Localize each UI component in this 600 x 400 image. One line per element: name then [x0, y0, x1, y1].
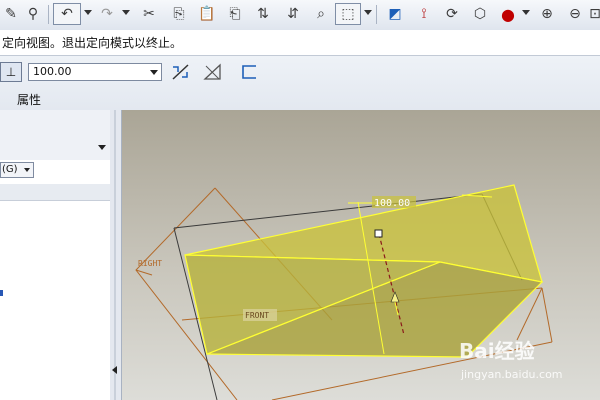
model-tree-panel: (G): [0, 110, 111, 400]
regenerate-icon[interactable]: ⇅: [252, 3, 274, 25]
depth-dropdown-icon[interactable]: [150, 70, 158, 75]
remove-material-icon[interactable]: [202, 62, 224, 82]
feature-dashboard: ⊥ 100.00 属性: [0, 56, 600, 111]
panel-splitter[interactable]: [110, 110, 122, 400]
filter-dropdown-icon[interactable]: [24, 168, 30, 172]
appearance-dropdown-icon[interactable]: [522, 10, 530, 15]
find-icon[interactable]: ⇵: [282, 3, 304, 25]
select-dropdown-icon[interactable]: [364, 10, 372, 15]
undo-dropdown-icon[interactable]: [84, 10, 92, 15]
toolbar-separator: [48, 5, 49, 24]
panel-dropdown-icon[interactable]: [98, 145, 106, 150]
appearance-icon[interactable]: ●: [497, 3, 519, 25]
redo-dropdown-icon[interactable]: [122, 10, 130, 15]
undo-icon[interactable]: ↶: [53, 3, 81, 25]
zoom-in-icon[interactable]: ⊕: [536, 3, 558, 25]
copy-icon[interactable]: ⎘: [168, 3, 190, 25]
orient-icon[interactable]: ⬡: [469, 3, 491, 25]
message-line: 定向视图。退出定向模式以终止。: [0, 30, 600, 56]
depth-value-field[interactable]: 100.00: [28, 63, 162, 81]
datum-front-tag: FRONT: [245, 311, 269, 320]
paste-special-icon[interactable]: ⎗: [224, 3, 246, 25]
zoom-out-icon[interactable]: ⊖: [564, 3, 586, 25]
collapse-panel-icon[interactable]: [112, 366, 117, 374]
redo-icon[interactable]: ↷: [96, 3, 118, 25]
blind-depth-icon[interactable]: ⊥: [0, 62, 22, 82]
main-toolbar: ✎ ⚲ ↶ ↷ ✂ ⎘ 📋 ⎗ ⇅ ⇵ ⌕ ⬚ ◩ ⟟ ⟳ ⬡ ● ⊕ ⊖ ⊡: [0, 0, 600, 31]
baidu-paw-logo: Bai经验 jingyan.baidu.com: [459, 339, 563, 381]
baidu-watermark: Bai经验 jingyan.baidu.com: [457, 330, 597, 390]
refit-icon[interactable]: ⊡: [589, 3, 600, 25]
tree-column-header[interactable]: [0, 184, 110, 201]
properties-tab[interactable]: 属性: [17, 91, 41, 108]
tree-item-marker: [0, 290, 3, 296]
watermark-url: jingyan.baidu.com: [460, 368, 563, 381]
sketch-icon[interactable]: ✎: [0, 3, 22, 25]
datum-right-tag: RIGHT: [138, 259, 162, 268]
sketch-view-icon[interactable]: ◩: [384, 3, 406, 25]
toolbar-separator: [376, 5, 377, 24]
tree-filter-label: (G): [2, 164, 18, 175]
datum-icon[interactable]: ⚲: [22, 3, 44, 25]
tree-filter-dropdown[interactable]: (G): [0, 162, 34, 178]
graphics-viewport[interactable]: 100.00 RIGHT FRONT Bai经验 jingyan.baidu.c…: [122, 110, 600, 400]
paste-icon[interactable]: 📋: [196, 3, 218, 25]
watermark-brand: Bai经验: [459, 339, 535, 363]
thicken-sketch-icon[interactable]: [238, 62, 260, 82]
cut-icon[interactable]: ✂: [138, 3, 160, 25]
depth-dimension-text[interactable]: 100.00: [374, 198, 410, 209]
select-box-icon[interactable]: ⬚: [335, 3, 361, 25]
splitter-bar: [114, 110, 116, 400]
model-tree-header: [0, 110, 110, 160]
flip-direction-icon[interactable]: [170, 62, 192, 82]
depth-value-text: 100.00: [33, 65, 72, 78]
spin-icon[interactable]: ⟳: [441, 3, 463, 25]
node-icon[interactable]: ⟟: [413, 3, 435, 25]
search-icon[interactable]: ⌕: [310, 3, 332, 25]
